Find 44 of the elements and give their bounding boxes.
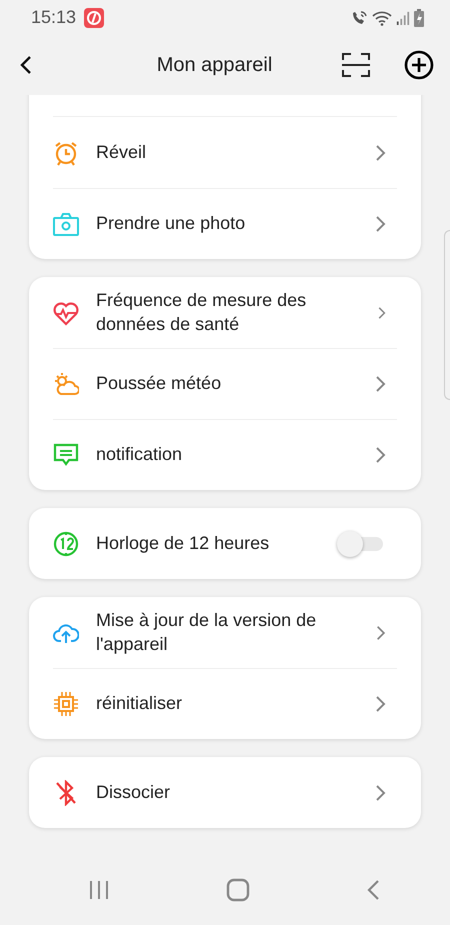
- setting-label[interactable]: notification: [96, 443, 358, 467]
- signal-icon: [396, 10, 410, 26]
- setting-label[interactable]: Prendre une photo: [96, 212, 358, 236]
- chip-icon: [53, 691, 79, 717]
- chevron-right-icon: [374, 144, 386, 162]
- setting-label[interactable]: Mise à jour de la version de l'appareil: [96, 609, 360, 656]
- camera-icon: [53, 211, 79, 237]
- setting-label[interactable]: Poussée météo: [96, 372, 358, 396]
- setting-label[interactable]: Réveil: [96, 140, 358, 164]
- scan-icon: [342, 52, 370, 78]
- app-notification-icon: [84, 8, 104, 28]
- add-button[interactable]: [404, 50, 434, 80]
- screen-title: Mon appareil: [156, 53, 274, 78]
- back-nav-button[interactable]: [366, 879, 380, 901]
- wifi-call-icon: [350, 10, 368, 26]
- twelve-hour-clock-icon: [53, 530, 79, 556]
- back-icon: [20, 55, 32, 75]
- chevron-right-icon: [374, 375, 386, 393]
- scan-button[interactable]: [342, 52, 370, 78]
- toggle-switch[interactable]: [337, 530, 383, 556]
- heart-pulse-icon: [53, 300, 79, 326]
- add-icon: [404, 50, 434, 80]
- home-button[interactable]: [226, 878, 250, 902]
- recent-apps-button[interactable]: [88, 879, 110, 901]
- back-nav-icon: [366, 879, 380, 901]
- chevron-right-icon: [374, 446, 386, 464]
- chevron-right-icon: [374, 784, 386, 802]
- wifi-icon: [372, 10, 392, 26]
- alarm-clock-icon: [53, 140, 79, 166]
- recent-apps-icon: [88, 879, 110, 901]
- setting-label[interactable]: Fréquence de mesure des données de santé: [96, 289, 362, 336]
- message-icon: [53, 442, 79, 468]
- chevron-right-icon: [374, 695, 386, 713]
- status-time: 15:13: [31, 6, 76, 29]
- chevron-right-icon: [375, 624, 386, 642]
- setting-label[interactable]: Dissocier: [96, 780, 358, 804]
- sun-cloud-icon: [53, 371, 79, 397]
- chevron-right-icon: [374, 215, 386, 233]
- home-icon: [226, 878, 250, 902]
- battery-icon: [414, 8, 424, 26]
- back-button[interactable]: [20, 55, 32, 75]
- setting-label: Horloge de 12 heures: [96, 532, 270, 555]
- setting-label[interactable]: réinitialiser: [96, 692, 358, 716]
- bluetooth-off-icon: [53, 780, 79, 806]
